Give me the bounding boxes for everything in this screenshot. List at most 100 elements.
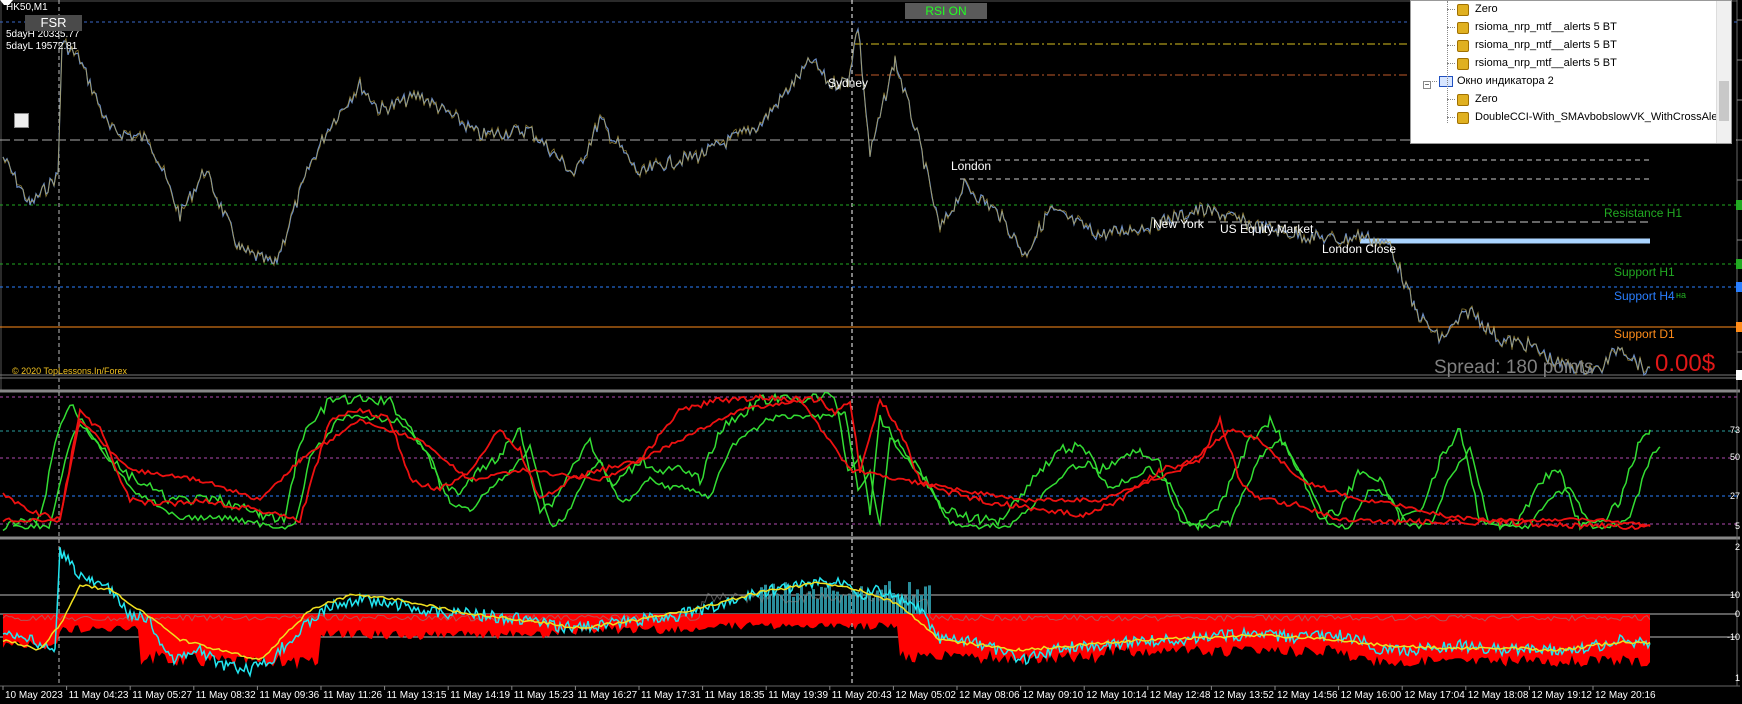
cci-axis-label: 2 [1734,542,1740,552]
time-axis-label: 11 May 16:27 [577,690,638,701]
rsi-axis-label: 73 [1729,425,1740,435]
time-axis-label: 12 May 16:00 [1340,690,1402,701]
time-axis-label: 11 May 20:43 [831,690,892,701]
rsi-on-button[interactable]: RSI ON [905,3,987,19]
resistance-h1-label: Resistance H1 [1604,206,1683,220]
time-axis-label: 11 May 17:31 [641,690,701,701]
tree-connector [1447,45,1455,46]
time-axis-label: 11 May 08:32 [195,690,256,701]
tree-connector [1447,9,1455,10]
support-d1-label: Support D1 [1614,327,1675,341]
support-h4-extra-label: на [1676,290,1686,300]
price-axis-marker [1736,370,1742,380]
indicator-icon [1457,4,1469,16]
time-axis-label: 12 May 13:52 [1213,690,1274,701]
time-axis-label: 12 May 18:08 [1467,690,1529,701]
rsi-axis-label: 50 [1729,452,1740,462]
navigator-item[interactable]: Окно индикатора 2 [1457,75,1554,87]
collapse-icon[interactable]: − [1423,81,1431,89]
time-axis-label: 11 May 15:23 [513,690,574,701]
session-sydney: Sydney [828,76,869,90]
price-axis-marker [1736,200,1742,210]
spread-label: Spread: 180 points [1434,357,1594,378]
navigator-scrollbar[interactable] [1716,1,1731,143]
navigator-panel[interactable]: − Zero rsioma_nrp_mtf__alerts 5 BT rsioma_… [1410,0,1732,144]
navigator-item[interactable]: Zero [1475,3,1498,15]
time-axis-label: 12 May 05:02 [895,690,956,701]
cci-histogram-bar [836,591,839,614]
cci-histogram-bar [832,590,835,614]
tree-connector [1447,99,1455,100]
checkbox-icon[interactable] [14,113,29,128]
time-axis-label: 11 May 04:23 [68,690,129,701]
navigator-item[interactable]: rsioma_nrp_mtf__alerts 5 BT [1475,39,1617,51]
indicator-icon [1457,112,1469,124]
price-line-alt [2,30,1651,376]
cci-histogram-negative [3,614,1650,670]
cci-histogram-bar [848,593,851,614]
price-line [2,26,1651,377]
copyright-label: © 2020 TopLessons.In/Forex [12,366,128,376]
profit-label: 0.00$ [1655,350,1716,377]
time-axis-label: 12 May 20:16 [1595,690,1656,701]
cci-histogram-bar [908,582,911,614]
navigator-item[interactable]: DoubleCCI-With_SMAvbobslowVK_WithCrossAl… [1475,111,1724,123]
tree-connector [1447,63,1455,64]
cci-histogram-bar [776,594,779,614]
scrollbar-thumb[interactable] [1719,81,1729,121]
cci-histogram-bar [868,592,871,614]
indicator-icon [1457,94,1469,106]
indicator-icon [1457,40,1469,52]
time-axis-label: 11 May 13:15 [386,690,447,701]
cci-axis-label: 10 [1729,590,1740,600]
time-axis-label: 12 May 17:04 [1404,690,1465,701]
cci-histogram-bar [796,593,799,614]
time-axis-label: 11 May 19:39 [768,690,829,701]
time-axis-label: 10 May 2023 [5,690,63,701]
tree-connector [1447,117,1455,118]
five-day-low-label: 5dayL 19572.81 [6,41,78,52]
rsi-green-line [2,391,1651,532]
fsr-button[interactable]: FSR [25,15,82,31]
price-axis-marker [1736,282,1742,292]
cci-histogram-bar [888,581,891,614]
support-h4-label: Support H4 [1614,289,1675,303]
navigator-item[interactable]: Zero [1475,93,1498,105]
session-us-equity: US Equity Market [1220,222,1314,236]
time-axis-label: 11 May 14:19 [450,690,511,701]
time-axis-label: 11 May 18:35 [704,690,765,701]
indicator-icon [1457,58,1469,70]
tree-connector [1447,27,1455,28]
session-london-close: London Close [1322,242,1397,256]
cci-histogram-bar [820,586,823,614]
indicator-window-icon [1439,76,1453,87]
tree-connector [1429,81,1437,82]
time-axis-label: 12 May 08:06 [959,690,1020,701]
cci-histogram-bar [852,589,855,614]
cci-histogram-bar [812,589,815,614]
cci-axis-label: 1 [1734,673,1740,683]
chart-menu-icon[interactable] [0,0,13,10]
time-axis-label: 12 May 12:48 [1149,690,1211,701]
cci-histogram-bar [792,596,795,614]
time-axis-label: 11 May 05:27 [132,690,193,701]
tree-connector [1447,1,1448,123]
navigator-item[interactable]: rsioma_nrp_mtf__alerts 5 BT [1475,57,1617,69]
session-london: London [951,159,992,173]
time-axis-label: 11 May 11:26 [323,690,383,701]
indicator-icon [1457,22,1469,34]
session-new-york: New York [1153,217,1204,231]
time-axis-label: 12 May 09:10 [1022,690,1084,701]
support-h1-label: Support H1 [1614,265,1675,279]
time-axis-label: 12 May 10:14 [1086,690,1147,701]
time-axis-label: 12 May 14:56 [1277,690,1338,701]
cci-histogram-bar [824,587,827,614]
price-axis-marker [1736,322,1742,332]
time-axis-label: 11 May 09:36 [259,690,320,701]
rsi-axis-label: 27 [1729,491,1740,501]
rsi-axis-label: 5 [1734,521,1740,531]
cci-axis-label: -10 [1726,632,1740,642]
navigator-item[interactable]: rsioma_nrp_mtf__alerts 5 BT [1475,21,1617,33]
time-axis-label: 12 May 19:12 [1531,690,1592,701]
cci-axis-label: 0 [1734,609,1740,619]
